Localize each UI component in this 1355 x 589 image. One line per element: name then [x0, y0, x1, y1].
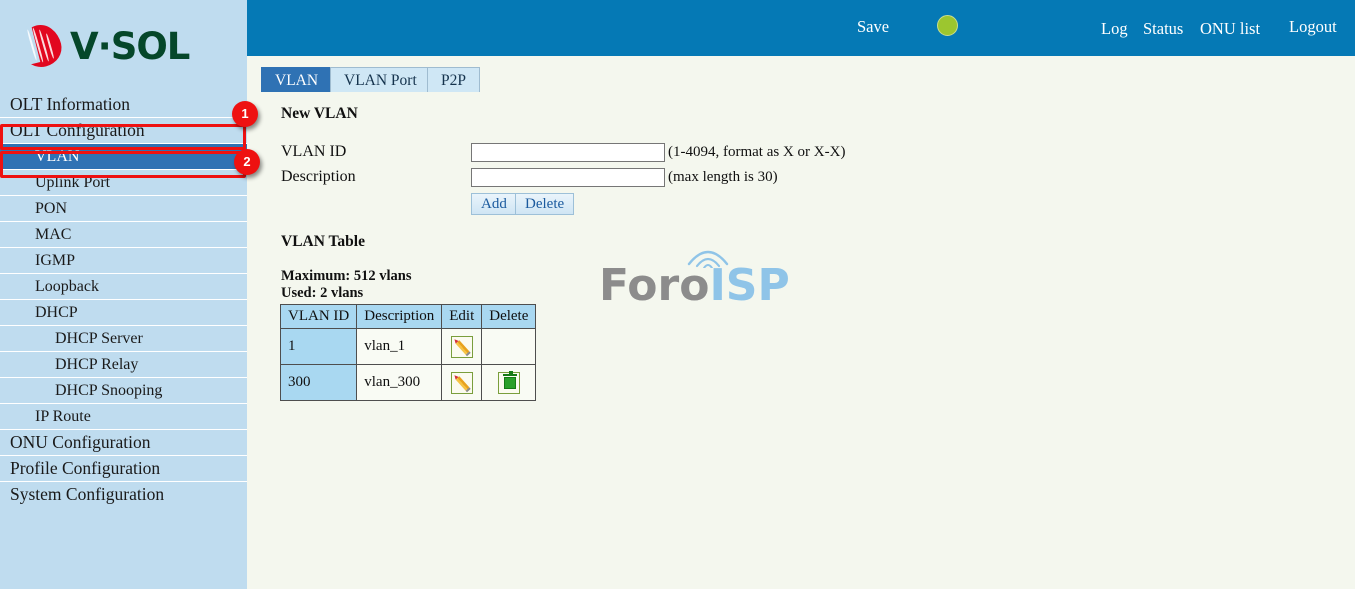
status-link[interactable]: Status	[1143, 19, 1183, 39]
header-description: Description	[356, 304, 443, 329]
sidebar-item-olt-configuration[interactable]: OLT Configuration	[0, 118, 247, 143]
sidebar-item-onu-configuration[interactable]: ONU Configuration	[0, 430, 247, 455]
sidebar-item-dhcp-server[interactable]: DHCP Server	[0, 326, 247, 351]
header-vlan-id: VLAN ID	[279, 304, 358, 329]
header-edit: Edit	[441, 304, 483, 329]
foroisp-watermark: ForoISP	[599, 250, 790, 308]
table-row: 1 vlan_1	[279, 328, 537, 365]
logout-link[interactable]: Logout	[1289, 17, 1337, 37]
brand-name: V·SOL	[70, 24, 190, 68]
sidebar-item-vlan[interactable]: VLAN	[0, 144, 247, 169]
sidebar-item-dhcp-snooping[interactable]: DHCP Snooping	[0, 378, 247, 403]
sidebar-item-loopback[interactable]: Loopback	[0, 274, 247, 299]
cell-delete	[481, 364, 537, 401]
cell-description: vlan_1	[356, 328, 443, 365]
content-area: New VLAN VLAN ID (1-4094, format as X or…	[247, 92, 1355, 589]
add-button[interactable]: Add	[471, 193, 517, 215]
cell-edit	[441, 364, 483, 401]
cell-vlan-id: 1	[279, 328, 358, 365]
vlan-table-header: VLAN ID Description Edit Delete	[279, 304, 537, 329]
cell-vlan-id: 300	[279, 364, 358, 401]
log-link[interactable]: Log	[1101, 19, 1128, 39]
wifi-signal-arc-icon	[687, 250, 729, 268]
description-label: Description	[281, 168, 356, 185]
header-delete: Delete	[481, 304, 537, 329]
description-input[interactable]	[471, 168, 665, 187]
annotation-badge-2: 2	[234, 149, 260, 175]
table-row: 300 vlan_300	[279, 364, 537, 401]
olt-web-management-page: V·SOL OLT Information OLT Configuration VL…	[0, 0, 1355, 589]
sidebar: V·SOL OLT Information OLT Configuration VL…	[0, 0, 247, 589]
sidebar-item-dhcp[interactable]: DHCP	[0, 300, 247, 325]
maximum-vlans-text: Maximum: 512 vlans	[281, 268, 412, 284]
new-vlan-heading: New VLAN	[281, 105, 358, 122]
save-status-indicator-icon	[937, 15, 958, 36]
vlan-table-heading: VLAN Table	[281, 233, 365, 250]
tab-strip: VLAN VLAN Port P2P	[247, 56, 1355, 93]
sidebar-item-pon[interactable]: PON	[0, 196, 247, 221]
sidebar-item-system-configuration[interactable]: System Configuration	[0, 482, 247, 507]
sidebar-item-igmp[interactable]: IGMP	[0, 248, 247, 273]
save-link[interactable]: Save	[857, 17, 889, 37]
sidebar-item-uplink-port[interactable]: Uplink Port	[0, 170, 247, 195]
sidebar-item-ip-route[interactable]: IP Route	[0, 404, 247, 429]
vlan-table-body: 1 vlan_1 300 vlan_300	[279, 328, 537, 401]
used-vlans-text: Used: 2 vlans	[281, 285, 364, 301]
vlan-id-label: VLAN ID	[281, 143, 347, 160]
sidebar-item-mac[interactable]: MAC	[0, 222, 247, 247]
onu-list-link[interactable]: ONU list	[1200, 19, 1260, 39]
pencil-edit-icon[interactable]	[450, 371, 473, 394]
annotation-badge-1: 1	[232, 101, 258, 127]
cell-edit	[441, 328, 483, 365]
brand-logo: V·SOL	[0, 0, 247, 92]
sidebar-nav: OLT Information OLT Configuration VLAN Upli…	[0, 92, 247, 507]
table-header-row: VLAN ID Description Edit Delete	[279, 304, 537, 329]
description-hint: (max length is 30)	[668, 169, 778, 185]
vlan-id-hint: (1-4094, format as X or X-X)	[668, 144, 846, 160]
top-bar: Save Log Status ONU list Logout	[247, 0, 1355, 56]
pencil-edit-icon[interactable]	[450, 335, 473, 358]
tab-vlan-port[interactable]: VLAN Port	[330, 67, 431, 92]
cell-description: vlan_300	[356, 364, 443, 401]
vsol-leaf-logo-icon	[11, 20, 66, 72]
sidebar-item-olt-information[interactable]: OLT Information	[0, 92, 247, 117]
vlan-id-input[interactable]	[471, 143, 665, 162]
vlan-table: VLAN ID Description Edit Delete 1 vlan_1 3…	[279, 304, 537, 401]
delete-button[interactable]: Delete	[515, 193, 575, 215]
trash-delete-icon[interactable]	[497, 370, 520, 394]
tab-vlan[interactable]: VLAN	[261, 67, 333, 92]
sidebar-item-profile-configuration[interactable]: Profile Configuration	[0, 456, 247, 481]
sidebar-item-dhcp-relay[interactable]: DHCP Relay	[0, 352, 247, 377]
tab-p2p[interactable]: P2P	[427, 67, 480, 92]
cell-delete	[481, 328, 537, 365]
